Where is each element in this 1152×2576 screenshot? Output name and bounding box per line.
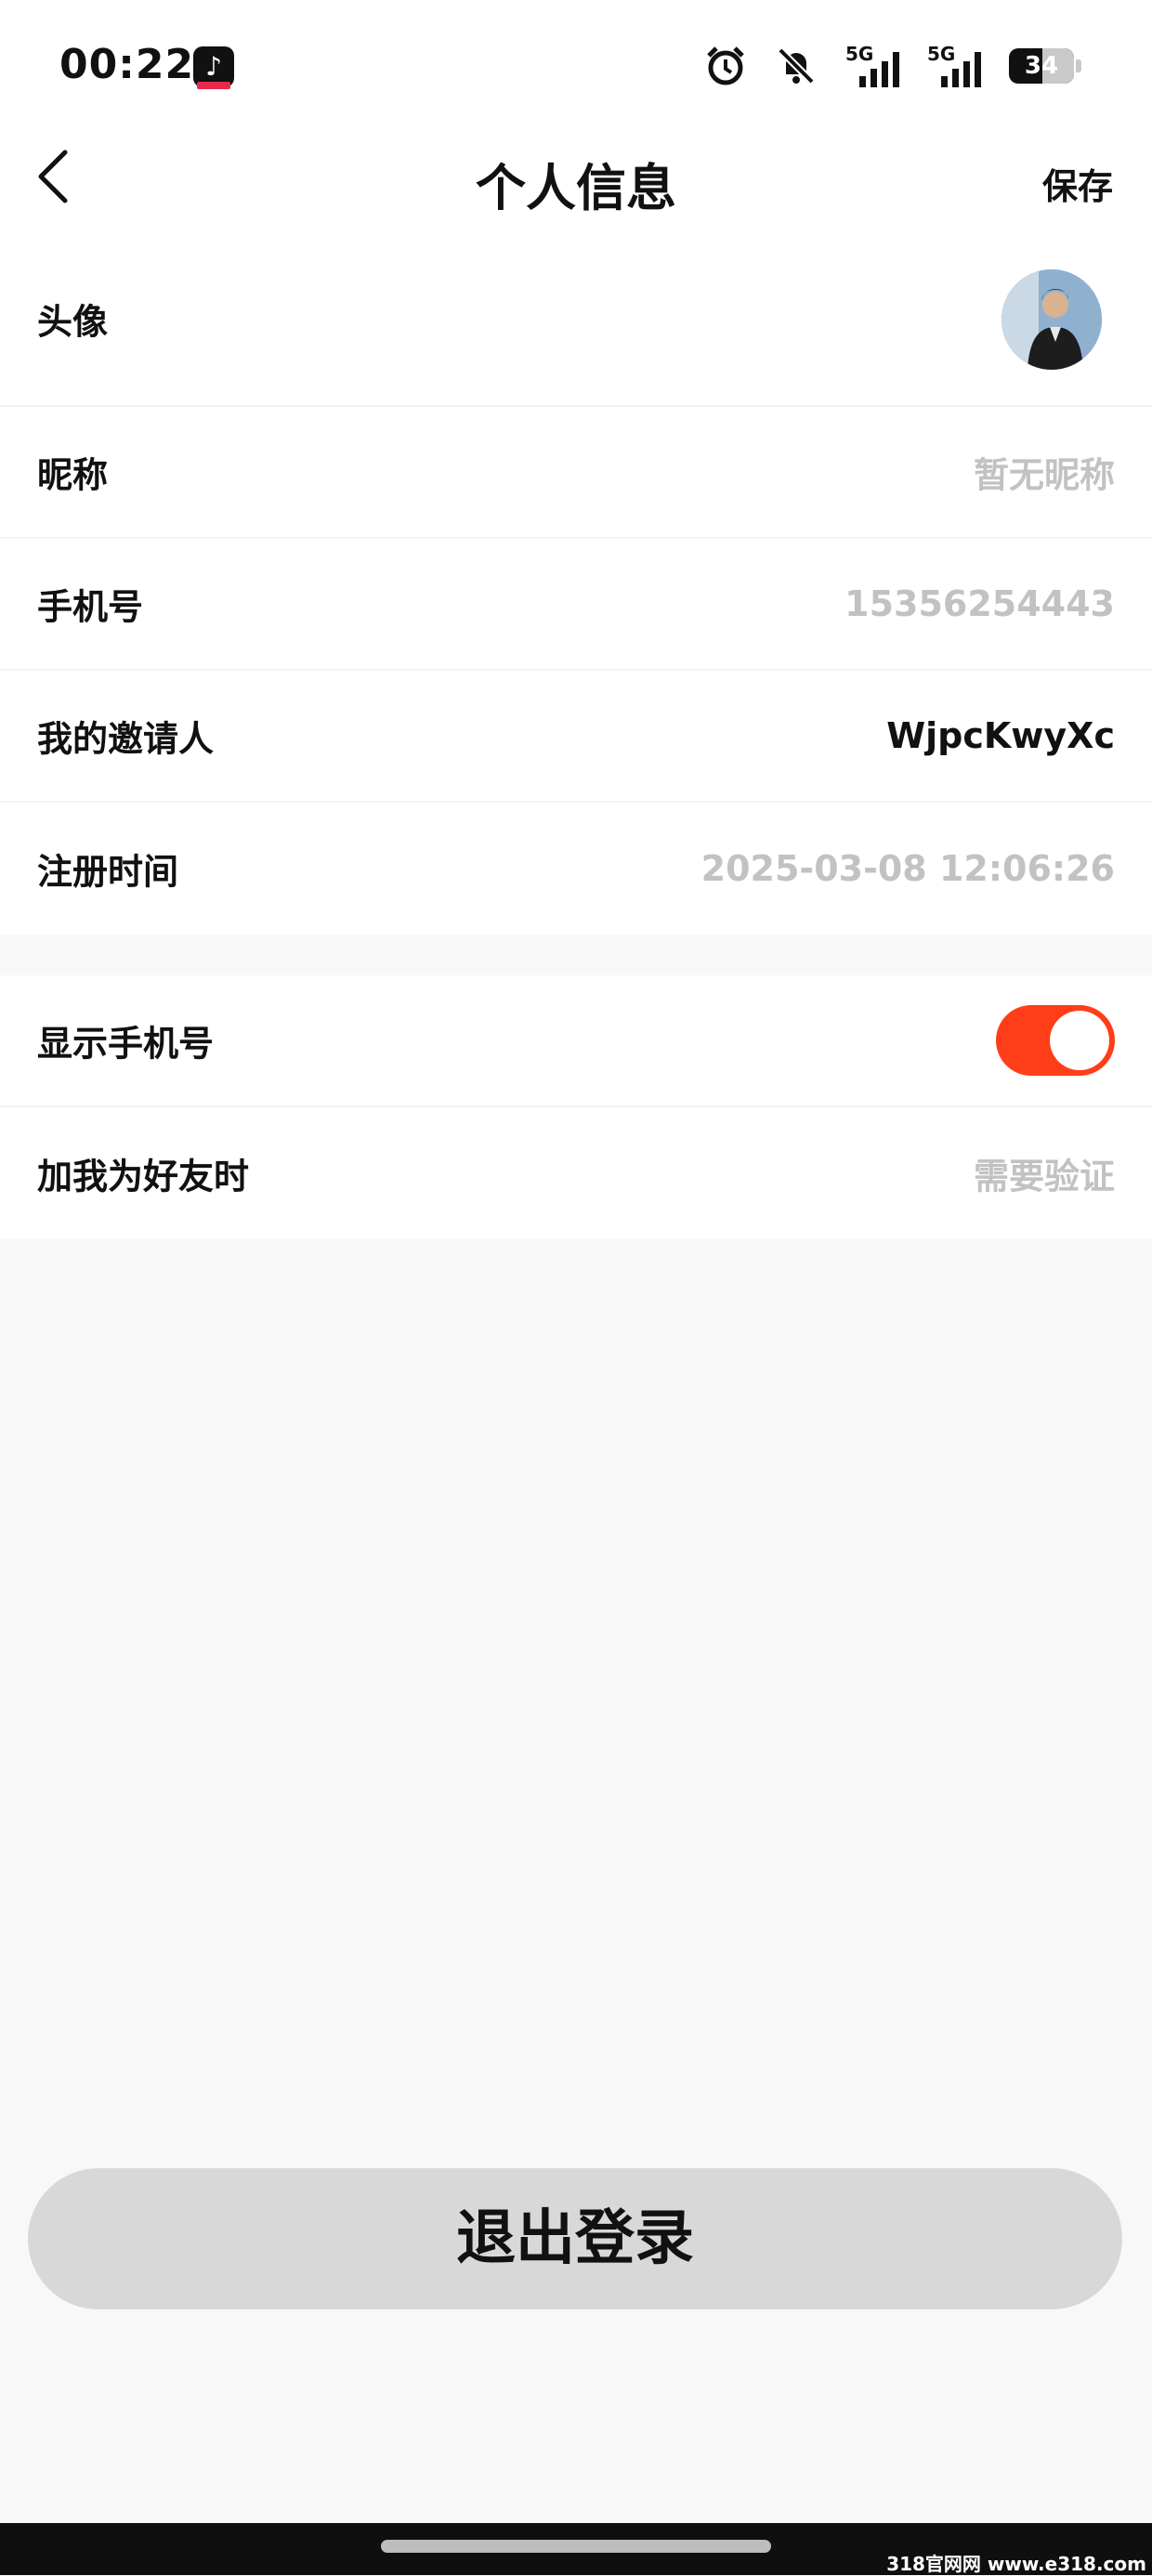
show-phone-label: 显示手机号: [37, 1023, 215, 1065]
register-time-value: 2025-03-08 12:06:26: [700, 848, 1115, 889]
inviter-label: 我的邀请人: [37, 718, 215, 760]
avatar-label: 头像: [37, 301, 109, 343]
navigation-bar: 318官网网 www.e318.com: [0, 2523, 1152, 2575]
home-indicator[interactable]: [381, 2540, 771, 2553]
page-title: 个人信息: [476, 159, 676, 217]
register-time-label: 注册时间: [37, 851, 179, 893]
phone-label: 手机号: [37, 586, 144, 628]
tiktok-app-icon: ♪: [193, 46, 234, 89]
battery-icon: 34: [1009, 48, 1081, 84]
mute-bell-icon: [778, 47, 815, 85]
avatar[interactable]: [1001, 269, 1102, 370]
nickname-value: 暂无昵称: [973, 454, 1115, 496]
phone-value: 15356254443: [844, 583, 1115, 624]
avatar-row[interactable]: 头像: [0, 232, 1152, 407]
logout-button[interactable]: 退出登录: [28, 2168, 1122, 2309]
inviter-value: WjpcKwyXc: [886, 715, 1115, 756]
show-phone-toggle[interactable]: [996, 1005, 1115, 1076]
show-phone-row: 显示手机号: [0, 975, 1152, 1107]
toggle-knob: [1050, 1011, 1109, 1070]
alarm-icon: [707, 46, 744, 85]
save-button[interactable]: 保存: [1042, 158, 1113, 209]
status-bar: 00:22 ♪ 5G 5G 34: [0, 0, 1152, 121]
add-friend-label: 加我为好友时: [37, 1156, 250, 1197]
signal-5g-icon: 5G: [927, 43, 981, 87]
signal-5g-icon: 5G: [845, 43, 899, 87]
register-time-row: 注册时间 2025-03-08 12:06:26: [0, 803, 1152, 935]
avatar-person-image: [1001, 269, 1102, 370]
status-time: 00:22: [59, 41, 195, 88]
add-friend-row[interactable]: 加我为好友时 需要验证: [0, 1107, 1152, 1239]
profile-info-list: 头像 昵称 暂无昵称 手机号 15356254443 我的邀请人 WjpcKwy…: [0, 232, 1152, 935]
phone-row: 手机号 15356254443: [0, 539, 1152, 671]
privacy-settings-list: 显示手机号 加我为好友时 需要验证: [0, 975, 1152, 1239]
header: 个人信息 保存: [0, 121, 1152, 232]
nickname-row[interactable]: 昵称 暂无昵称: [0, 407, 1152, 539]
nickname-label: 昵称: [37, 454, 109, 496]
battery-level: 34: [1024, 52, 1059, 80]
add-friend-value: 需要验证: [973, 1156, 1115, 1197]
inviter-row: 我的邀请人 WjpcKwyXc: [0, 671, 1152, 803]
status-icons: 5G 5G 34: [704, 43, 1081, 87]
watermark: 318官网网 www.e318.com: [886, 2553, 1146, 2575]
